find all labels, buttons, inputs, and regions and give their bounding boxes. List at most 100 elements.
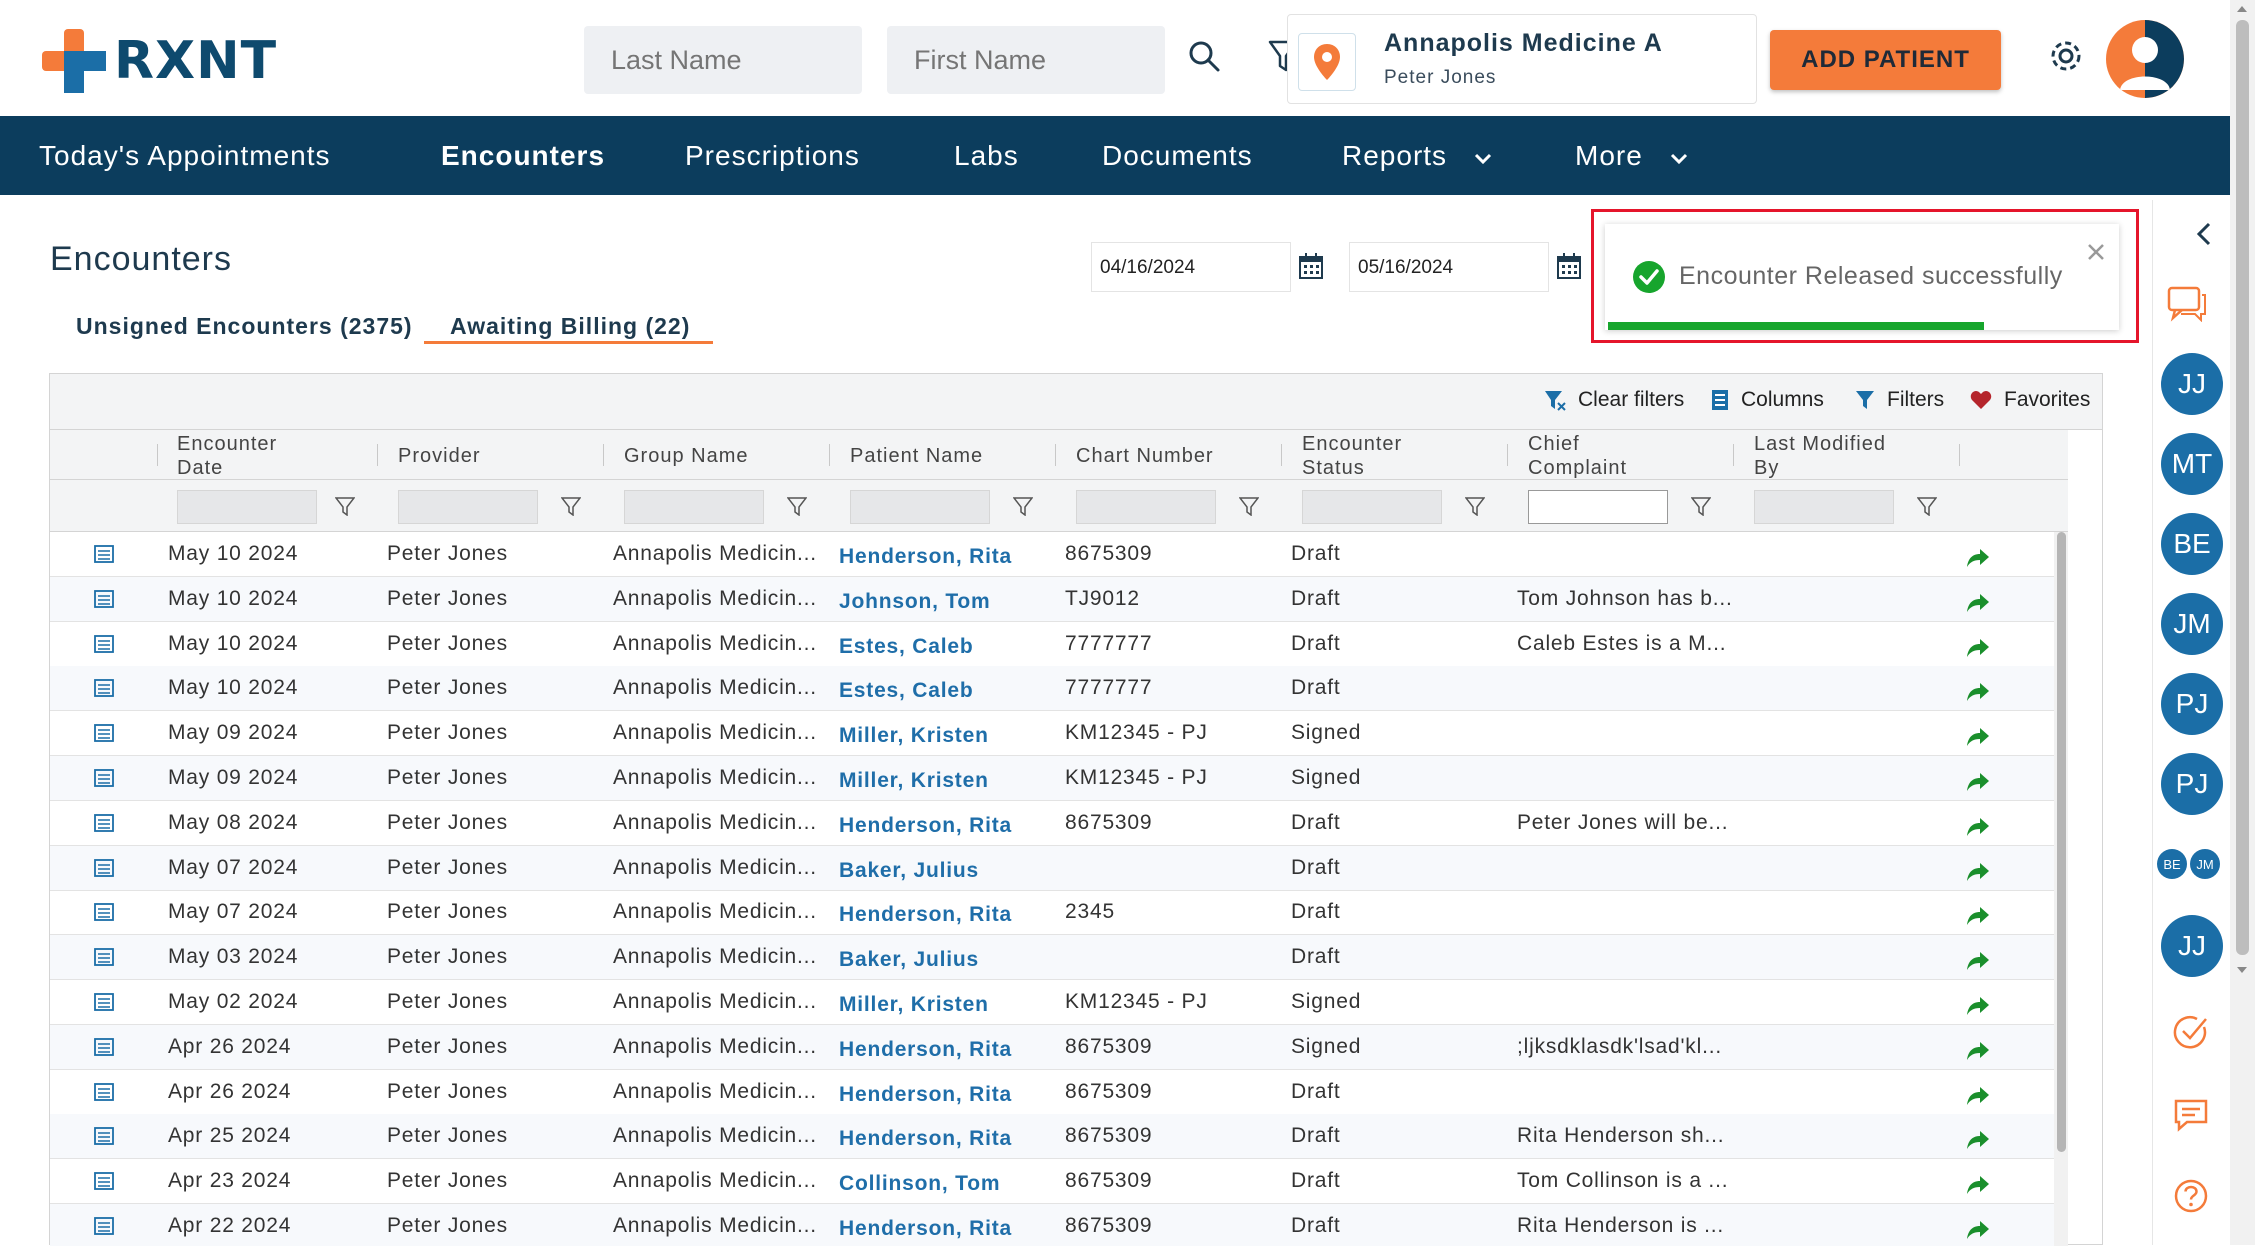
encounter-note-icon[interactable] bbox=[94, 903, 114, 922]
table-row[interactable]: May 10 2024 Peter Jones Annapolis Medicin.… bbox=[50, 666, 2054, 713]
filter-input-encounter-date[interactable] bbox=[177, 490, 317, 524]
encounter-note-icon[interactable] bbox=[94, 545, 114, 563]
first-name-input[interactable] bbox=[887, 26, 1165, 94]
col-encounter-status[interactable]: Encounter Status bbox=[1302, 432, 1442, 479]
cell-patient[interactable]: Henderson, Rita bbox=[839, 804, 1012, 848]
user-avatar[interactable]: JM bbox=[2161, 593, 2223, 655]
release-arrow-icon[interactable] bbox=[1966, 638, 1990, 658]
table-row[interactable]: May 09 2024 Peter Jones Annapolis Medicin.… bbox=[50, 711, 2054, 758]
nav-todays-appointments[interactable]: Today's Appointments bbox=[39, 116, 331, 195]
filter-input-chief-complaint[interactable] bbox=[1528, 490, 1668, 524]
col-encounter-date[interactable]: Encounter Date bbox=[177, 432, 317, 479]
filter-input-patient-name[interactable] bbox=[850, 490, 990, 524]
release-arrow-icon[interactable] bbox=[1966, 1175, 1990, 1195]
encounter-note-icon[interactable] bbox=[94, 1217, 114, 1235]
calendar-icon[interactable] bbox=[1298, 252, 1324, 280]
filter-input-provider[interactable] bbox=[398, 490, 538, 524]
table-row[interactable]: May 10 2024 Peter Jones Annapolis Medicin.… bbox=[50, 576, 2054, 624]
encounter-note-icon[interactable] bbox=[94, 1082, 114, 1101]
encounter-note-icon[interactable] bbox=[94, 634, 114, 653]
filter-input-last-modified-by[interactable] bbox=[1754, 490, 1894, 524]
release-arrow-icon[interactable] bbox=[1966, 548, 1990, 568]
tab-awaiting-billing[interactable]: Awaiting Billing (22) bbox=[450, 313, 690, 340]
cell-patient[interactable]: Henderson, Rita bbox=[839, 535, 1012, 579]
release-arrow-icon[interactable] bbox=[1966, 1041, 1990, 1061]
nav-documents[interactable]: Documents bbox=[1102, 116, 1253, 195]
release-arrow-icon[interactable] bbox=[1966, 772, 1990, 792]
user-avatar[interactable]: PJ bbox=[2161, 673, 2223, 735]
col-patient-name[interactable]: Patient Name bbox=[850, 444, 983, 468]
cell-patient[interactable]: Henderson, Rita bbox=[839, 1028, 1012, 1072]
scroll-down-arrow-icon[interactable] bbox=[2236, 966, 2248, 974]
cell-patient[interactable]: Miller, Kristen bbox=[839, 714, 989, 758]
table-row[interactable]: May 09 2024 Peter Jones Annapolis Medicin.… bbox=[50, 756, 2054, 801]
nav-labs[interactable]: Labs bbox=[954, 116, 1019, 195]
column-filter-icon[interactable] bbox=[1465, 496, 1485, 516]
encounter-note-icon[interactable] bbox=[94, 1037, 114, 1056]
col-provider[interactable]: Provider bbox=[398, 444, 480, 468]
cell-patient[interactable]: Henderson, Rita bbox=[839, 1117, 1012, 1161]
user-avatar[interactable]: JJ bbox=[2161, 353, 2223, 415]
end-date-input[interactable]: 05/16/2024 bbox=[1349, 242, 1549, 292]
start-date-input[interactable]: 04/16/2024 bbox=[1091, 242, 1291, 292]
cell-patient[interactable]: Estes, Caleb bbox=[839, 625, 974, 669]
table-row[interactable]: Apr 23 2024 Peter Jones Annapolis Medicin.… bbox=[50, 1159, 2054, 1206]
release-arrow-icon[interactable] bbox=[1966, 727, 1990, 747]
user-avatar[interactable]: BE bbox=[2161, 513, 2223, 575]
cell-patient[interactable]: Henderson, Rita bbox=[839, 893, 1012, 937]
column-filter-icon[interactable] bbox=[1691, 496, 1711, 516]
page-scrollbar-thumb[interactable] bbox=[2236, 20, 2249, 955]
user-avatar[interactable]: MT bbox=[2161, 433, 2223, 495]
settings-gear-icon[interactable] bbox=[2046, 36, 2086, 76]
encounter-note-icon[interactable] bbox=[94, 1127, 114, 1146]
release-arrow-icon[interactable] bbox=[1966, 1130, 1990, 1150]
filters-button[interactable]: Filters bbox=[1855, 388, 1944, 412]
cell-patient[interactable]: Baker, Julius bbox=[839, 849, 979, 893]
cell-patient[interactable]: Estes, Caleb bbox=[839, 669, 974, 713]
column-filter-icon[interactable] bbox=[561, 496, 581, 516]
grid-scrollbar[interactable] bbox=[2054, 532, 2068, 1246]
encounter-note-icon[interactable] bbox=[94, 724, 114, 743]
message-icon[interactable] bbox=[2173, 1098, 2209, 1132]
table-row[interactable]: Apr 22 2024 Peter Jones Annapolis Medicin.… bbox=[50, 1204, 2054, 1246]
encounter-note-icon[interactable] bbox=[94, 813, 114, 832]
scroll-up-arrow-icon[interactable] bbox=[2236, 5, 2248, 13]
nav-reports[interactable]: Reports bbox=[1342, 116, 1492, 195]
user-avatar[interactable] bbox=[2106, 20, 2184, 98]
table-row[interactable]: May 08 2024 Peter Jones Annapolis Medicin.… bbox=[50, 801, 2054, 846]
release-arrow-icon[interactable] bbox=[1966, 1220, 1990, 1240]
table-row[interactable]: May 07 2024 Peter Jones Annapolis Medicin.… bbox=[50, 845, 2054, 893]
nav-prescriptions[interactable]: Prescriptions bbox=[685, 116, 860, 195]
encounter-note-icon[interactable] bbox=[94, 1172, 114, 1191]
cell-patient[interactable]: Miller, Kristen bbox=[839, 983, 989, 1027]
collapse-chevron-left-icon[interactable] bbox=[2195, 222, 2213, 246]
add-patient-button[interactable]: ADD PATIENT bbox=[1770, 30, 2001, 90]
table-row[interactable]: May 10 2024 Peter Jones Annapolis Medicin.… bbox=[50, 622, 2054, 667]
col-group-name[interactable]: Group Name bbox=[624, 444, 749, 468]
last-name-input[interactable] bbox=[584, 26, 862, 94]
page-scrollbar[interactable] bbox=[2230, 0, 2255, 1245]
clear-filters-button[interactable]: Clear filters bbox=[1544, 388, 1684, 412]
column-filter-icon[interactable] bbox=[1917, 496, 1937, 516]
cell-patient[interactable]: Baker, Julius bbox=[839, 938, 979, 982]
table-row[interactable]: Apr 25 2024 Peter Jones Annapolis Medicin.… bbox=[50, 1114, 2054, 1161]
col-chart-number[interactable]: Chart Number bbox=[1076, 444, 1214, 468]
cell-patient[interactable]: Johnson, Tom bbox=[839, 580, 991, 624]
column-filter-icon[interactable] bbox=[1013, 496, 1033, 516]
help-question-icon[interactable] bbox=[2173, 1178, 2209, 1214]
release-arrow-icon[interactable] bbox=[1966, 906, 1990, 926]
column-filter-icon[interactable] bbox=[335, 496, 355, 516]
user-avatar[interactable]: PJ bbox=[2161, 753, 2223, 815]
column-filter-icon[interactable] bbox=[1239, 496, 1259, 516]
grid-scrollbar-thumb[interactable] bbox=[2057, 532, 2066, 1152]
cell-patient[interactable]: Collinson, Tom bbox=[839, 1162, 1000, 1206]
cell-patient[interactable]: Miller, Kristen bbox=[839, 759, 989, 803]
nav-encounters[interactable]: Encounters bbox=[441, 116, 605, 195]
user-avatar-small[interactable]: BE bbox=[2157, 849, 2187, 879]
filter-input-chart-number[interactable] bbox=[1076, 490, 1216, 524]
search-icon[interactable] bbox=[1186, 38, 1222, 74]
encounter-note-icon[interactable] bbox=[94, 769, 114, 787]
task-check-icon[interactable] bbox=[2173, 1014, 2209, 1050]
encounter-note-icon[interactable] bbox=[94, 858, 114, 877]
table-row[interactable]: Apr 26 2024 Peter Jones Annapolis Medicin.… bbox=[50, 1024, 2054, 1072]
